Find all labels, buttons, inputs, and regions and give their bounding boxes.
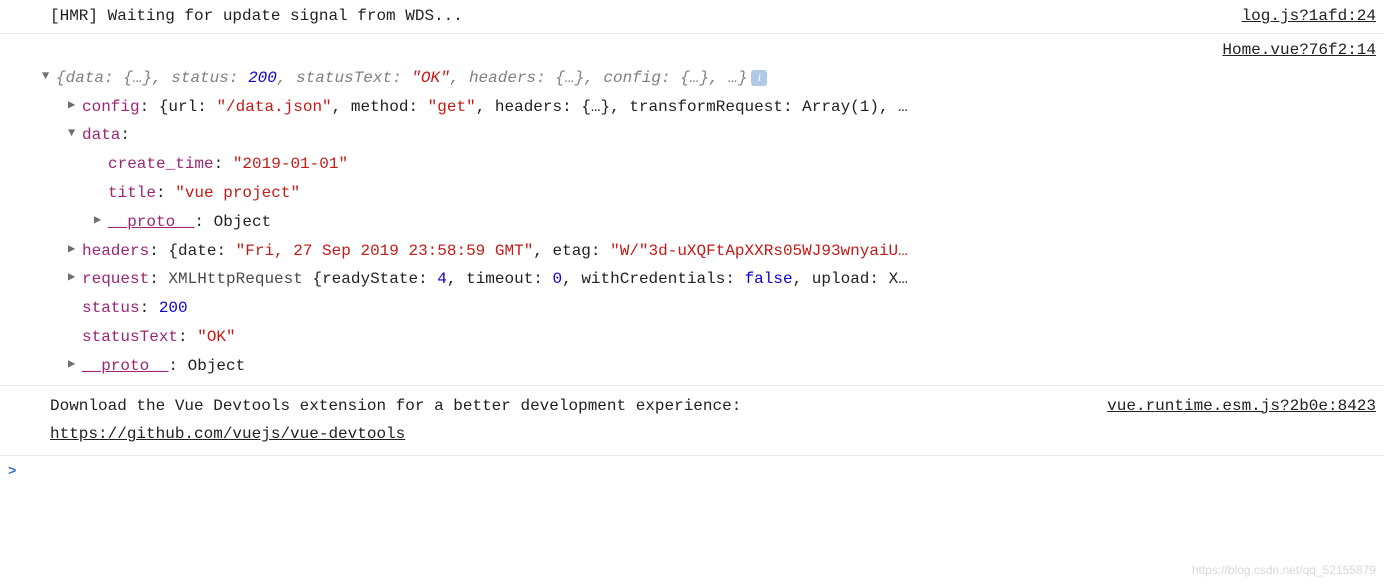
prop-proto[interactable]: ▶__proto__: Object: [42, 352, 1376, 381]
object-source-link[interactable]: Home.vue?76f2:14: [1222, 36, 1376, 65]
prop-headers[interactable]: ▶headers: {date: "Fri, 27 Sep 2019 23:58…: [42, 237, 1376, 266]
prop-status-text[interactable]: statusText: "OK": [42, 323, 1376, 352]
hmr-source-link[interactable]: log.js?1afd:24: [1242, 2, 1376, 31]
chevron-right-icon[interactable]: ▶: [68, 95, 80, 117]
object-preview-line[interactable]: ▼{data: {…}, status: 200, statusText: "O…: [42, 64, 1376, 93]
prop-status[interactable]: status: 200: [42, 294, 1376, 323]
prop-data-proto[interactable]: ▶__proto__: Object: [42, 208, 1376, 237]
chevron-right-icon[interactable]: ▶: [68, 354, 80, 376]
console-input-prompt[interactable]: >: [0, 456, 1384, 489]
console-panel: [HMR] Waiting for update signal from WDS…: [0, 0, 1384, 586]
devtools-link[interactable]: https://github.com/vuejs/vue-devtools: [50, 425, 405, 443]
chevron-right-icon[interactable]: ▶: [94, 210, 106, 232]
info-icon[interactable]: i: [751, 70, 767, 86]
chevron-right-icon[interactable]: ▶: [68, 267, 80, 289]
prop-data-create-time[interactable]: create_time: "2019-01-01": [42, 150, 1376, 179]
prompt-caret-icon: >: [8, 460, 16, 485]
watermark: https://blog.csdn.net/qq_52155879: [1192, 560, 1376, 582]
chevron-right-icon[interactable]: ▶: [68, 239, 80, 261]
hmr-message: [HMR] Waiting for update signal from WDS…: [50, 2, 1222, 31]
console-log-hmr[interactable]: [HMR] Waiting for update signal from WDS…: [0, 0, 1384, 34]
devtools-message: Download the Vue Devtools extension for …: [50, 392, 1087, 450]
prop-data-title[interactable]: title: "vue project": [42, 179, 1376, 208]
prop-data[interactable]: ▼data:: [42, 121, 1376, 150]
devtools-source-link[interactable]: vue.runtime.esm.js?2b0e:8423: [1107, 392, 1376, 421]
console-log-devtools[interactable]: Download the Vue Devtools extension for …: [0, 386, 1384, 457]
chevron-down-icon[interactable]: ▼: [42, 66, 54, 88]
prop-config[interactable]: ▶config: {url: "/data.json", method: "ge…: [42, 93, 1376, 122]
chevron-down-icon[interactable]: ▼: [68, 123, 80, 145]
console-log-object[interactable]: Home.vue?76f2:14 ▼{data: {…}, status: 20…: [0, 34, 1384, 386]
prop-request[interactable]: ▶request: XMLHttpRequest {readyState: 4,…: [42, 265, 1376, 294]
